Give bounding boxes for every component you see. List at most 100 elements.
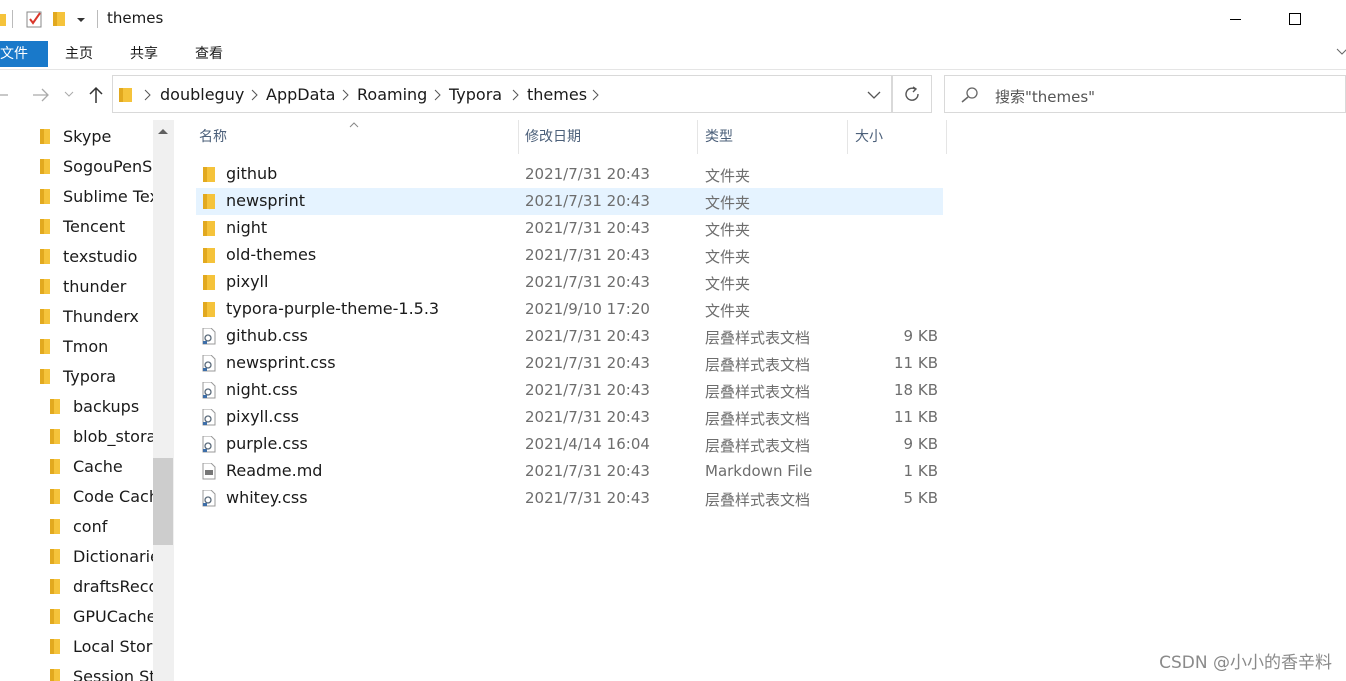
file-row[interactable]: newsprint.css 2021/7/31 20:43 层叠样式表文档 11… — [196, 350, 943, 377]
nav-item[interactable]: Code Cach — [48, 481, 153, 511]
ribbon-expand-icon[interactable] — [1336, 48, 1346, 56]
watermark: CSDN @小小的香辛料 — [1159, 653, 1332, 673]
search-input[interactable]: 搜索"themes" — [995, 86, 1095, 107]
search-box[interactable]: 搜索"themes" — [944, 75, 1346, 113]
nav-item-label: Session Sto — [73, 667, 153, 681]
maximize-button[interactable] — [1272, 4, 1318, 34]
nav-item[interactable]: Session Sto — [48, 661, 153, 681]
breadcrumb-separator-icon[interactable] — [250, 89, 260, 101]
folder-icon — [40, 309, 50, 324]
up-arrow-icon[interactable] — [88, 86, 104, 104]
file-type: 文件夹 — [705, 194, 751, 212]
file-type: 文件夹 — [705, 275, 751, 293]
file-row[interactable]: Readme.md 2021/7/31 20:43 Markdown File … — [196, 458, 943, 485]
column-header-size[interactable]: 大小 — [855, 120, 883, 154]
file-size: 11 KB — [894, 354, 938, 372]
file-type: 层叠样式表文档 — [705, 356, 811, 374]
nav-item[interactable]: Typora — [38, 361, 153, 391]
file-row[interactable]: old-themes 2021/7/31 20:43 文件夹 — [196, 242, 943, 269]
address-bar[interactable]: doubleguy AppData Roaming Typora themes — [112, 75, 892, 113]
nav-item[interactable]: Local Stora — [48, 631, 153, 661]
new-folder-icon[interactable] — [52, 11, 68, 27]
breadcrumb-separator-icon[interactable] — [511, 89, 521, 101]
toolbar-separator — [12, 10, 13, 28]
nav-item-label: Code Cach — [73, 487, 153, 506]
folder-icon — [50, 489, 60, 504]
file-row[interactable]: typora-purple-theme-1.5.3 2021/9/10 17:2… — [196, 296, 943, 323]
file-row[interactable]: whitey.css 2021/7/31 20:43 层叠样式表文档 5 KB — [196, 485, 943, 512]
file-row[interactable]: purple.css 2021/4/14 16:04 层叠样式表文档 9 KB — [196, 431, 943, 458]
file-name: typora-purple-theme-1.5.3 — [226, 299, 440, 318]
file-row[interactable]: github 2021/7/31 20:43 文件夹 — [196, 161, 943, 188]
folder-icon — [50, 609, 60, 624]
css-file-icon — [202, 355, 216, 372]
file-row[interactable]: night.css 2021/7/31 20:43 层叠样式表文档 18 KB — [196, 377, 943, 404]
address-history-dropdown-icon[interactable] — [867, 91, 881, 100]
recent-locations-chevron-icon[interactable] — [64, 91, 74, 98]
tab-file[interactable]: 文件 — [0, 41, 48, 67]
title-separator — [97, 10, 98, 28]
nav-item[interactable]: Tmon — [38, 331, 153, 361]
column-separator[interactable] — [518, 120, 519, 154]
breadcrumb-doubleguy[interactable]: doubleguy — [160, 85, 244, 104]
file-list: 名称 修改日期 类型 大小 github 2021/7/31 20:43 文件夹… — [174, 120, 1346, 681]
nav-item[interactable]: SogouPenSg — [38, 151, 153, 181]
nav-item[interactable]: Skype — [38, 121, 153, 151]
file-row[interactable]: github.css 2021/7/31 20:43 层叠样式表文档 9 KB — [196, 323, 943, 350]
nav-item[interactable]: Tencent — [38, 211, 153, 241]
back-arrow-icon[interactable] — [0, 90, 10, 100]
breadcrumb-separator-icon[interactable] — [143, 89, 153, 101]
folder-icon — [203, 302, 215, 317]
forward-arrow-icon[interactable] — [32, 88, 50, 102]
breadcrumb-separator-icon[interactable] — [341, 89, 351, 101]
column-header-type[interactable]: 类型 — [705, 120, 733, 154]
folder-icon — [50, 459, 60, 474]
nav-item[interactable]: thunder — [38, 271, 153, 301]
nav-scrollbar-thumb[interactable] — [153, 458, 173, 545]
file-size: 5 KB — [903, 489, 938, 507]
file-name: github — [226, 164, 278, 183]
breadcrumb-separator-icon[interactable] — [591, 89, 601, 101]
nav-scrollbar[interactable] — [153, 120, 173, 681]
nav-item[interactable]: Cache — [48, 451, 153, 481]
tab-share[interactable]: 共享 — [126, 41, 162, 67]
file-name: purple.css — [226, 434, 308, 453]
nav-item[interactable]: GPUCache — [48, 601, 153, 631]
refresh-button[interactable] — [892, 75, 932, 113]
column-separator[interactable] — [697, 120, 698, 154]
file-row[interactable]: night 2021/7/31 20:43 文件夹 — [196, 215, 943, 242]
file-date: 2021/7/31 20:43 — [525, 408, 650, 426]
tab-home[interactable]: 主页 — [61, 41, 97, 67]
tab-view[interactable]: 查看 — [191, 41, 227, 67]
nav-item[interactable]: texstudio — [38, 241, 153, 271]
file-date: 2021/4/14 16:04 — [525, 435, 650, 453]
nav-item[interactable]: Thunderx — [38, 301, 153, 331]
nav-item[interactable]: conf — [48, 511, 153, 541]
nav-item[interactable]: blob_stora — [48, 421, 153, 451]
file-row[interactable]: pixyll 2021/7/31 20:43 文件夹 — [196, 269, 943, 296]
column-header-date[interactable]: 修改日期 — [525, 120, 581, 154]
folder-icon — [203, 248, 215, 263]
minimize-button[interactable] — [1212, 4, 1258, 34]
file-size: 9 KB — [903, 435, 938, 453]
file-row[interactable]: newsprint 2021/7/31 20:43 文件夹 — [196, 188, 943, 215]
breadcrumb-appdata[interactable]: AppData — [266, 85, 335, 104]
folder-icon — [40, 369, 50, 384]
nav-item[interactable]: backups — [48, 391, 153, 421]
quick-access-dropdown-icon[interactable] — [76, 16, 86, 24]
nav-item[interactable]: Dictionarie — [48, 541, 153, 571]
column-separator[interactable] — [946, 120, 947, 154]
breadcrumb-separator-icon[interactable] — [433, 89, 443, 101]
breadcrumb-themes[interactable]: themes — [527, 85, 587, 104]
properties-checkbox-icon[interactable] — [26, 10, 44, 28]
scroll-up-icon[interactable] — [157, 127, 169, 135]
breadcrumb-typora[interactable]: Typora — [449, 85, 502, 104]
nav-item[interactable]: draftsReco — [48, 571, 153, 601]
column-header-name[interactable]: 名称 — [199, 120, 227, 154]
breadcrumb-roaming[interactable]: Roaming — [357, 85, 427, 104]
column-separator[interactable] — [847, 120, 848, 154]
file-row[interactable]: pixyll.css 2021/7/31 20:43 层叠样式表文档 11 KB — [196, 404, 943, 431]
folder-icon — [50, 579, 60, 594]
nav-item[interactable]: Sublime Tex — [38, 181, 153, 211]
file-name: github.css — [226, 326, 308, 345]
